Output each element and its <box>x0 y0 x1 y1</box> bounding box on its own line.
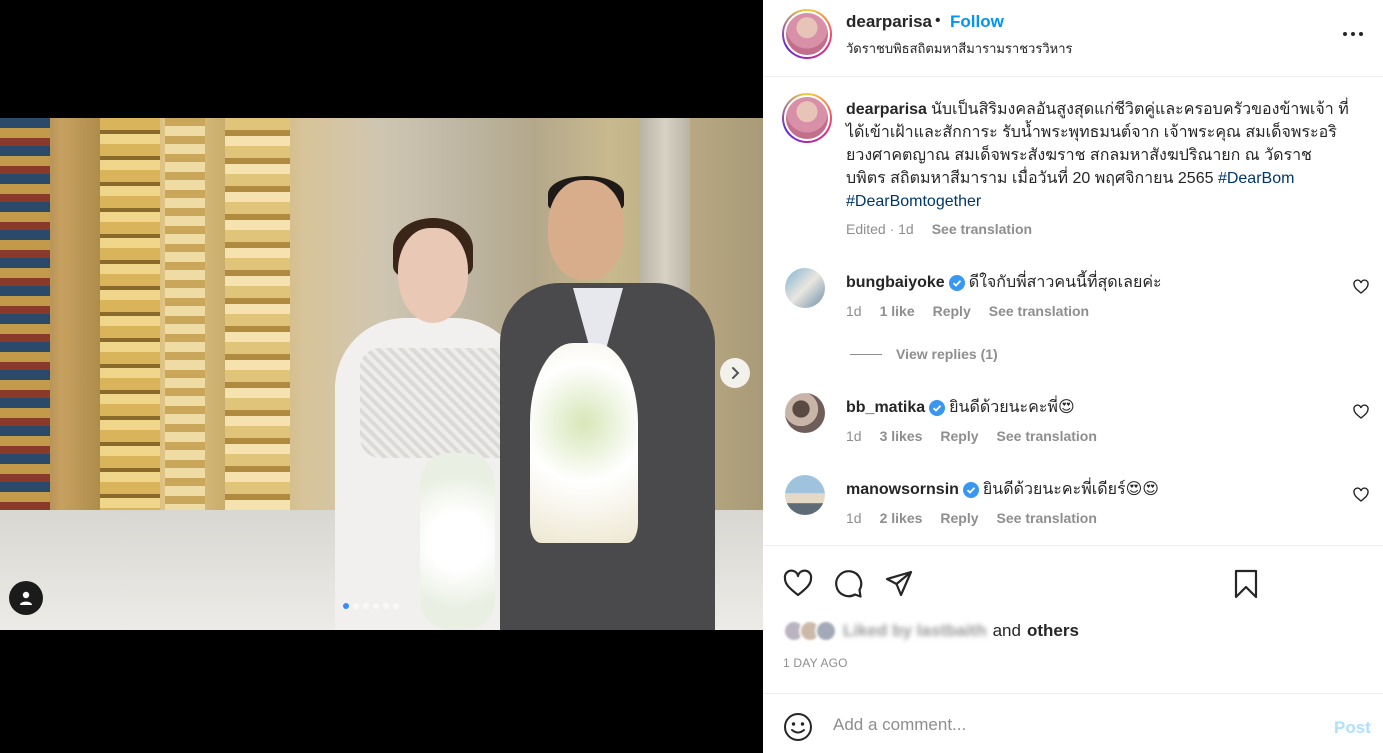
verified-icon <box>929 399 946 416</box>
comment-body: ดีใจกับพี่สาวคนนี้ที่สุดเลยค่ะ <box>968 274 1162 291</box>
comment-text-row: bungbaiyoke ดีใจกับพี่สาวคนนี้ที่สุดเลยค… <box>846 270 1162 295</box>
reply-button[interactable]: Reply <box>940 510 978 526</box>
carousel-next-button[interactable] <box>720 358 750 388</box>
replies-divider-line <box>850 353 882 355</box>
flower-garland <box>420 453 495 630</box>
author-avatar[interactable] <box>782 9 832 59</box>
hashtag-link[interactable]: #DearBomtogether <box>846 193 981 210</box>
hashtag-link[interactable]: #DearBom <box>1218 170 1294 187</box>
reply-button[interactable]: Reply <box>933 303 971 319</box>
carousel-dot <box>363 603 369 609</box>
likes-others-link[interactable]: others <box>1027 621 1079 641</box>
post-media-area <box>0 0 763 753</box>
share-icon[interactable] <box>883 568 915 600</box>
post-caption: dearparisa นับเป็นสิริมงคลอันสูงสุดแก่ชีว… <box>846 98 1351 213</box>
caption-author-avatar[interactable] <box>782 93 832 143</box>
commenter-avatar[interactable] <box>785 475 825 515</box>
post-action-bar <box>763 545 1383 615</box>
carousel-dot <box>343 603 349 609</box>
see-translation-button[interactable]: See translation <box>997 428 1097 444</box>
comment-text-row: bb_matika ยินดีด้วยนะคะพี่😍 <box>846 395 1075 420</box>
header-separator: • <box>935 12 941 29</box>
post-timestamp: 1 DAY AGO <box>783 656 848 670</box>
comment-input[interactable] <box>833 710 1303 740</box>
comment-meta: 1d 3 likes Reply See translation <box>846 428 1097 444</box>
carousel-dot <box>353 603 359 609</box>
carousel-dot <box>373 603 379 609</box>
author-username[interactable]: dearparisa <box>846 12 932 32</box>
caption-meta: Edited · 1d See translation <box>846 221 1032 237</box>
more-icon <box>1343 32 1363 36</box>
comment-likes-count[interactable]: 2 likes <box>880 510 923 526</box>
comment-time: 1d <box>846 510 862 526</box>
bookmark-icon[interactable] <box>1230 568 1262 600</box>
bride-face <box>398 228 468 323</box>
see-translation-button[interactable]: See translation <box>989 303 1089 319</box>
commenter-avatar[interactable] <box>785 393 825 433</box>
liker-avatars[interactable] <box>783 620 837 642</box>
likes-and-text: and <box>992 621 1021 640</box>
carousel-dot <box>393 603 399 609</box>
heart-icon[interactable] <box>1353 487 1369 503</box>
add-comment-bar: Post <box>763 693 1383 753</box>
see-translation-button[interactable]: See translation <box>932 221 1032 237</box>
post-comment-button[interactable]: Post <box>1334 718 1371 738</box>
carousel-dot <box>383 603 389 609</box>
liked-by-text[interactable]: Liked by lastbaith <box>843 621 987 641</box>
caption-username[interactable]: dearparisa <box>846 101 927 118</box>
heart-icon[interactable] <box>782 568 814 600</box>
emoji-icon[interactable] <box>783 712 813 742</box>
commenter-avatar[interactable] <box>785 268 825 308</box>
commenter-username[interactable]: bb_matika <box>846 399 925 417</box>
comment-time: 1d <box>846 303 862 319</box>
view-replies-label: View replies (1) <box>896 346 998 362</box>
chevron-right-icon <box>732 367 740 379</box>
heart-icon[interactable] <box>1353 279 1369 295</box>
post-header: dearparisa • Follow วัดราชบพิธสถิตมหาสีม… <box>763 0 1383 77</box>
groom-face <box>548 180 624 280</box>
post-location[interactable]: วัดราชบพิธสถิตมหาสีมารามราชวรวิหาร <box>846 38 1072 59</box>
comment-likes-count[interactable]: 3 likes <box>880 428 923 444</box>
comment-icon[interactable] <box>832 568 864 600</box>
carousel-indicator <box>343 603 399 609</box>
comment-meta: 1d 1 like Reply See translation <box>846 303 1089 319</box>
heart-icon[interactable] <box>1353 404 1369 420</box>
reply-button[interactable]: Reply <box>940 428 978 444</box>
commenter-username[interactable]: bungbaiyoke <box>846 274 945 292</box>
follow-button[interactable]: Follow <box>950 12 1004 32</box>
comment-time: 1d <box>846 428 862 444</box>
comment-body: ยินดีด้วยนะคะพี่😍 <box>949 399 1075 416</box>
comment-likes-count[interactable]: 1 like <box>880 303 915 319</box>
view-replies-button[interactable]: View replies (1) <box>850 346 998 362</box>
post-photo[interactable] <box>0 118 763 630</box>
instagram-post-window: dearparisa • Follow วัดราชบพิธสถิตมหาสีม… <box>0 0 1383 753</box>
caption-edited-time: Edited · 1d <box>846 221 914 237</box>
comment-body: ยินดีด้วยนะคะพี่เดียร์😍😍 <box>982 481 1159 498</box>
verified-icon <box>948 274 965 291</box>
see-translation-button[interactable]: See translation <box>997 510 1097 526</box>
flower-offering <box>530 343 638 543</box>
verified-icon <box>962 481 979 498</box>
user-tag-icon <box>20 591 32 605</box>
comment-meta: 1d 2 likes Reply See translation <box>846 510 1097 526</box>
commenter-username[interactable]: manowsornsin <box>846 481 959 499</box>
more-options-button[interactable] <box>1333 22 1373 46</box>
comment-text-row: manowsornsin ยินดีด้วยนะคะพี่เดียร์😍😍 <box>846 477 1159 502</box>
post-side-panel: dearparisa • Follow วัดราชบพิธสถิตมหาสีม… <box>763 0 1383 753</box>
likes-summary: Liked by lastbaith and others <box>783 620 1079 642</box>
bride-sash <box>360 348 520 458</box>
tagged-users-button[interactable] <box>9 581 43 615</box>
